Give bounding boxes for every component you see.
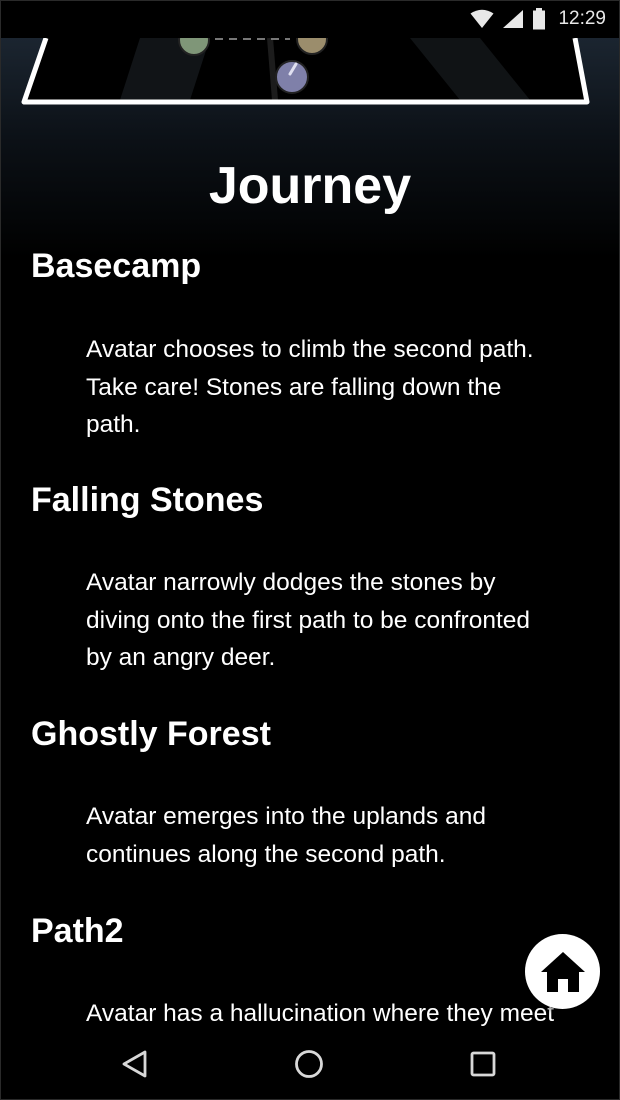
battery-icon <box>533 8 546 30</box>
nav-recents-button[interactable] <box>465 1046 501 1082</box>
nav-back-button[interactable] <box>117 1046 153 1082</box>
entry-body-path2: Avatar has a hallucination where they me… <box>86 1000 555 1027</box>
status-time: 12:29 <box>558 8 606 29</box>
entry-heading-path2: Path2 <box>31 912 124 950</box>
entry-body-falling-stones: Avatar narrowly dodges the stones by div… <box>86 569 531 671</box>
entry-heading-falling-stones: Falling Stones <box>31 481 264 519</box>
home-icon <box>540 951 585 992</box>
journey-map-graphic <box>0 23 620 128</box>
nav-home-button[interactable] <box>291 1046 327 1082</box>
back-triangle-icon <box>122 1050 147 1078</box>
recents-square-icon <box>470 1051 496 1077</box>
home-fab-button[interactable] <box>525 934 600 1009</box>
entry-heading-basecamp: Basecamp <box>31 247 202 285</box>
path-node-avatar <box>275 60 309 94</box>
status-icons: 12:29 <box>470 8 606 30</box>
home-circle-icon <box>295 1050 323 1078</box>
wifi-icon <box>470 9 494 28</box>
entry-body-basecamp: Avatar chooses to climb the second path.… <box>86 336 534 438</box>
signal-icon <box>503 10 524 28</box>
page-title: Journey <box>208 157 412 215</box>
status-bar: 12:29 <box>0 0 620 38</box>
system-nav-bar <box>0 1028 620 1100</box>
entry-body-ghostly-forest: Avatar emerges into the uplands and cont… <box>86 803 486 868</box>
entry-heading-ghostly-forest: Ghostly Forest <box>31 715 271 753</box>
